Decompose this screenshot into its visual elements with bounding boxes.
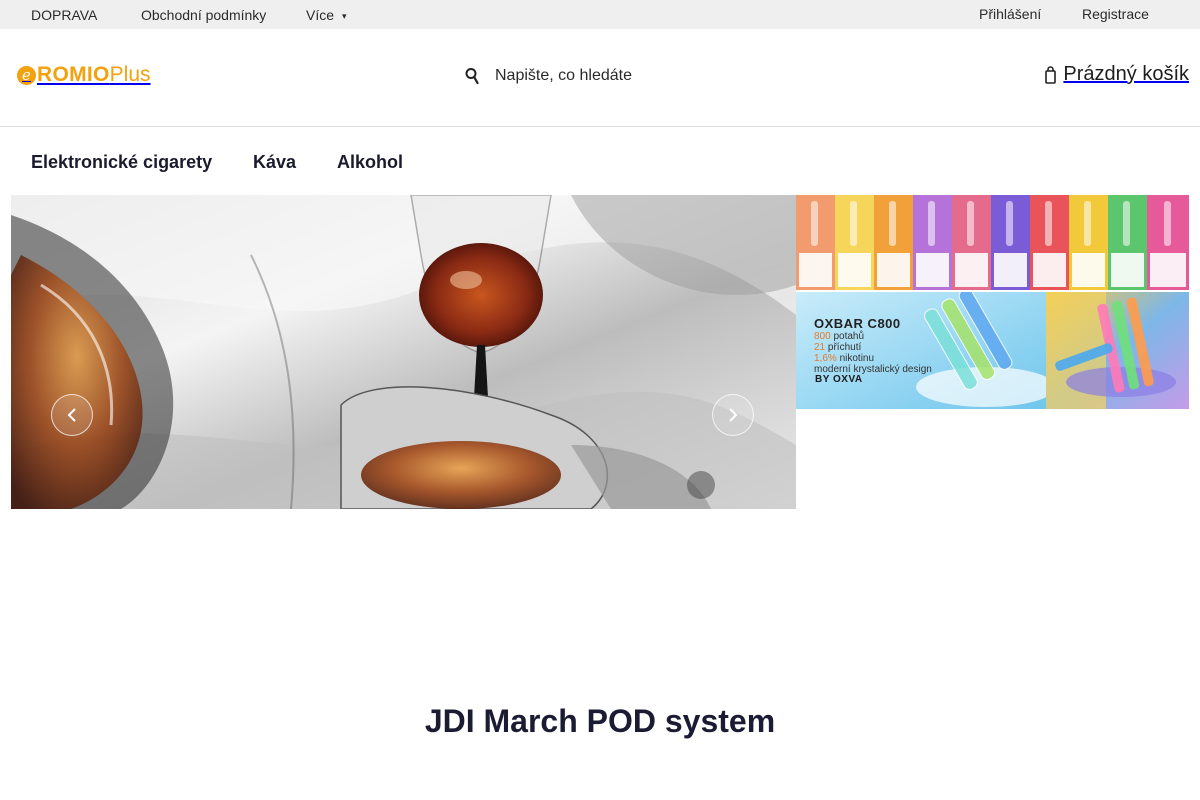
more-label: Více bbox=[306, 7, 335, 23]
search-input[interactable]: Napište, co hledáte bbox=[462, 65, 632, 87]
oxbar-line-text: příchutí bbox=[825, 342, 862, 353]
oxbar-copy: OXBAR C800 800 potahů 21 příchutí 1,6% n… bbox=[814, 316, 932, 375]
section-headline: JDI March POD system bbox=[424, 703, 776, 739]
slider-next-button[interactable] bbox=[712, 394, 754, 436]
hero-image bbox=[11, 195, 796, 509]
slider-prev-button[interactable] bbox=[51, 394, 93, 436]
oxbar-line: 1,6% nikotinu bbox=[814, 353, 932, 364]
topbar-link-terms[interactable]: Obchodní podmínky bbox=[141, 7, 266, 23]
site-logo[interactable]: e ROMIO Plus bbox=[17, 62, 151, 88]
chevron-down-icon: ▾ bbox=[342, 11, 347, 21]
banner-vape-boxes-image bbox=[796, 195, 1189, 290]
search-icon bbox=[462, 65, 482, 87]
topbar-link-doprava[interactable]: DOPRAVA bbox=[31, 7, 97, 23]
top-utility-bar: DOPRAVA Obchodní podmínky Více ▾ Přihláše… bbox=[0, 0, 1200, 29]
oxbar-line: 800 potahů bbox=[814, 331, 932, 342]
banner-vape-boxes[interactable] bbox=[796, 195, 1189, 290]
topbar-more-dropdown[interactable]: Více ▾ bbox=[306, 7, 347, 23]
nav-item-e-cigarettes[interactable]: Elektronické cigarety bbox=[31, 152, 212, 173]
oxbar-title: OXBAR C800 bbox=[814, 316, 901, 331]
logo-plus: Plus bbox=[109, 63, 151, 86]
cart-icon bbox=[1043, 64, 1057, 86]
oxbar-line-text: nikotinu bbox=[836, 353, 875, 364]
logo-text: ROMIO bbox=[37, 63, 110, 86]
main-navigation: Elektronické cigarety Káva Alkohol bbox=[0, 127, 1200, 195]
banner-vape-devices[interactable] bbox=[1046, 292, 1189, 409]
login-link[interactable]: Přihlášení bbox=[979, 6, 1041, 22]
oxbar-line-text: potahů bbox=[830, 331, 865, 342]
oxbar-num: 800 bbox=[814, 331, 831, 342]
oxbar-num: 21 bbox=[814, 342, 826, 353]
banner-vape-devices-image bbox=[1046, 292, 1189, 409]
oxbar-num: 1,6% bbox=[814, 353, 837, 364]
chevron-right-icon bbox=[727, 407, 739, 423]
nav-item-alcohol[interactable]: Alkohol bbox=[337, 152, 403, 173]
hero-slider[interactable] bbox=[11, 195, 796, 509]
oxbar-brand: BY OXVA bbox=[815, 374, 863, 385]
banner-oxbar[interactable]: OXBAR C800 800 potahů 21 příchutí 1,6% n… bbox=[796, 292, 1046, 409]
chevron-left-icon bbox=[66, 407, 78, 423]
register-link[interactable]: Registrace bbox=[1082, 6, 1149, 22]
search-placeholder: Napište, co hledáte bbox=[495, 67, 632, 84]
nav-item-coffee[interactable]: Káva bbox=[253, 152, 296, 173]
logo-mark: e bbox=[17, 65, 36, 85]
cart-button[interactable]: Prázdný košík bbox=[1043, 63, 1189, 86]
cart-label: Prázdný košík bbox=[1063, 63, 1189, 85]
oxbar-line: 21 příchutí bbox=[814, 342, 932, 353]
site-header: e ROMIO Plus Napište, co hledáte Prázdný k… bbox=[0, 29, 1200, 127]
